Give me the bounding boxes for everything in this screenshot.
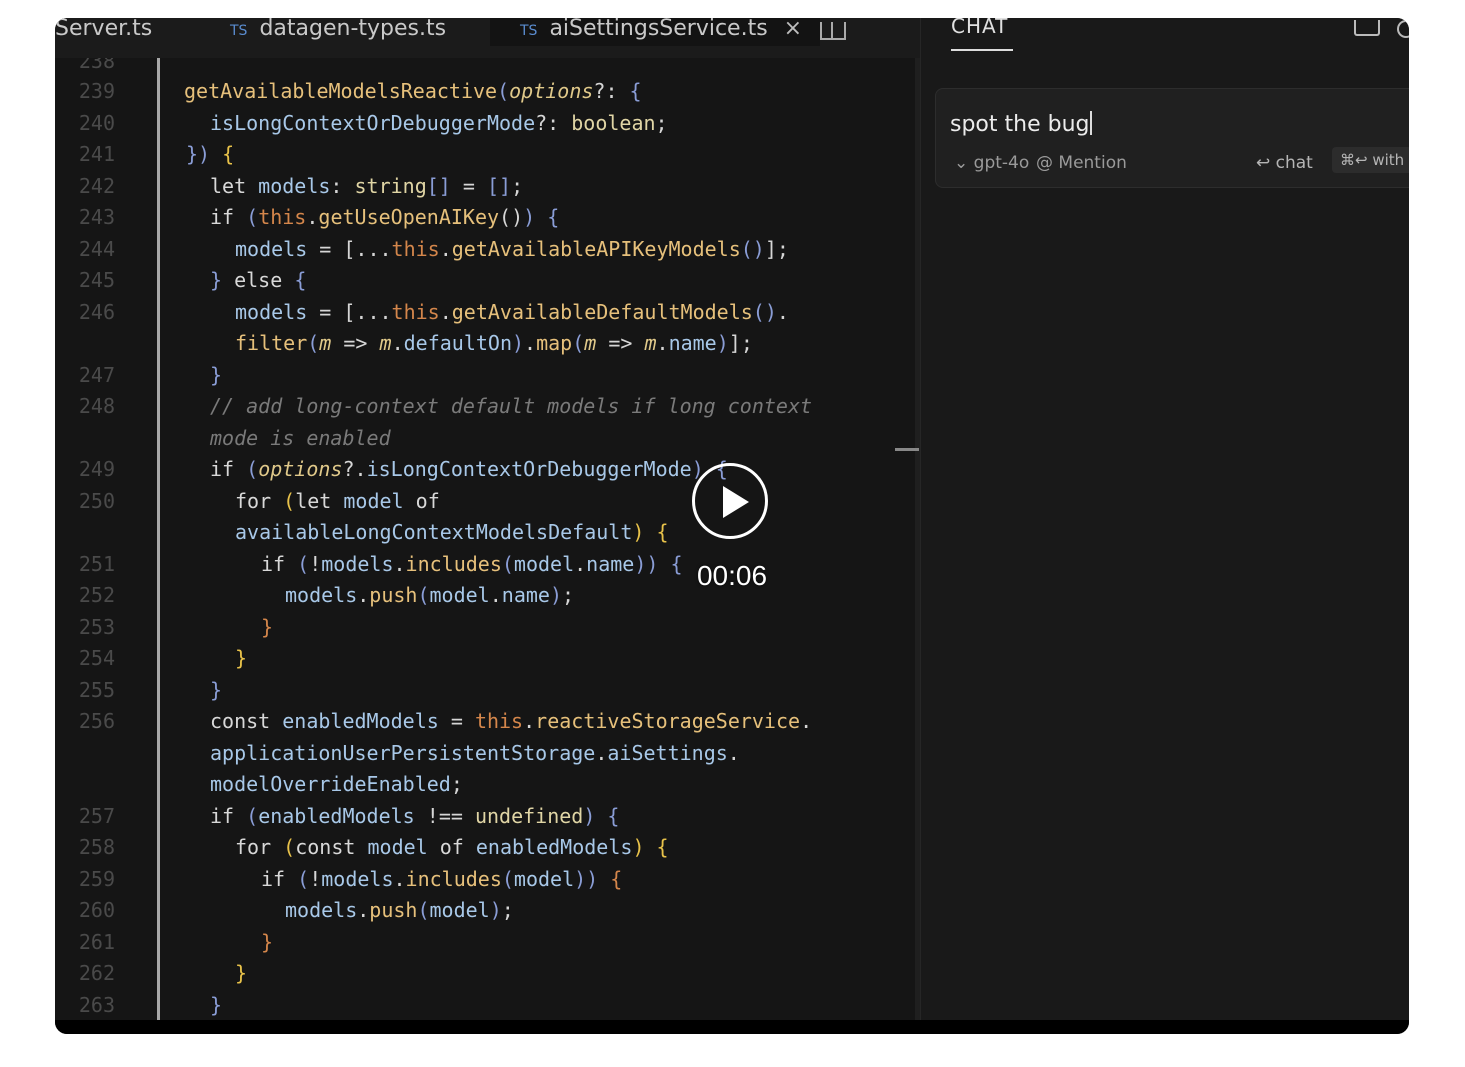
- code-line[interactable]: for (let model of: [235, 486, 440, 518]
- scrollbar-thumb[interactable]: [895, 448, 919, 451]
- line-number: 250: [78, 488, 115, 513]
- code-line[interactable]: mode is enabled: [210, 423, 391, 455]
- text-caret: [1090, 111, 1093, 135]
- code-line[interactable]: if (!models.includes(model.name)) {: [261, 549, 683, 581]
- chat-submit-button[interactable]: ↩ chat: [1256, 153, 1313, 173]
- line-number: 246: [78, 299, 115, 324]
- code-line[interactable]: }: [235, 958, 247, 990]
- chat-panel: CHAT spot the bug ⌄ gpt-4o @ Mention ↩ c…: [920, 18, 1409, 1020]
- video-progress-bar[interactable]: [55, 1020, 1409, 1034]
- line-number: 254: [78, 646, 115, 670]
- code-line[interactable]: }: [235, 643, 247, 675]
- code-line[interactable]: models.push(model);: [285, 895, 514, 927]
- chevron-down-icon: ⌄: [954, 153, 974, 173]
- line-number: 262: [78, 961, 115, 985]
- line-number: 238: [78, 58, 115, 73]
- code-line[interactable]: let models: string[] = [];: [210, 171, 523, 203]
- chat-input-box[interactable]: spot the bug ⌄ gpt-4o @ Mention ↩ chat ⌘…: [935, 88, 1409, 188]
- play-button[interactable]: [692, 463, 768, 539]
- code-line[interactable]: applicationUserPersistentStorage.aiSetti…: [210, 738, 740, 770]
- code-line[interactable]: const enabledModels = this.reactiveStora…: [210, 706, 812, 738]
- code-line[interactable]: if (options?.isLongContextOrDebuggerMode…: [210, 454, 728, 486]
- tab-ai-settings-service[interactable]: TS aiSettingsService.ts ×: [490, 18, 821, 46]
- code-line[interactable]: } else {: [210, 265, 306, 297]
- mention-button[interactable]: @ Mention: [1036, 153, 1127, 173]
- chat-with-codebase-button[interactable]: ⌘↩ with: [1332, 147, 1409, 173]
- code-line[interactable]: getAvailableModelsReactive(options?: {: [184, 76, 642, 108]
- line-number: 248: [78, 394, 115, 418]
- line-number: 253: [78, 614, 115, 639]
- editor-tab-bar: Server.ts TS datagen-types.ts TS aiSetting…: [55, 18, 920, 58]
- code-line[interactable]: availableLongContextModelsDefault) {: [235, 517, 669, 549]
- line-number: 261: [78, 929, 115, 954]
- line-number: 243: [78, 205, 115, 229]
- line-number: 242: [78, 173, 115, 198]
- code-line[interactable]: filter(m => m.defaultOn).map(m => m.name…: [235, 328, 753, 360]
- chat-input[interactable]: spot the bug: [950, 111, 1093, 137]
- code-line[interactable]: isLongContextOrDebuggerMode?: boolean;: [210, 108, 668, 140]
- code-line[interactable]: }: [210, 360, 222, 392]
- code-line[interactable]: if (!models.includes(model)) {: [261, 864, 622, 896]
- active-tab-indicator: [951, 49, 1013, 51]
- line-number: 255: [78, 677, 115, 702]
- code-line[interactable]: if (enabledModels !== undefined) {: [210, 801, 619, 833]
- code-line[interactable]: }: [261, 612, 273, 644]
- line-number: 249: [78, 457, 115, 481]
- line-number: 241: [78, 142, 115, 166]
- code-line[interactable]: // add long-context default models if lo…: [210, 391, 812, 423]
- code-line[interactable]: models.push(model.name);: [285, 580, 574, 612]
- line-number: 260: [78, 898, 115, 922]
- code-line[interactable]: for (const model of enabledModels) {: [235, 832, 669, 864]
- code-editor[interactable]: 238 239 240 241 242 243 244 245 246 247 …: [55, 58, 920, 1020]
- code-line[interactable]: }: [210, 675, 222, 707]
- line-number: 256: [78, 709, 115, 733]
- line-number: 239: [78, 79, 115, 103]
- tab-label: aiSettingsService.ts: [549, 18, 768, 41]
- play-icon: [723, 486, 749, 518]
- tab-server[interactable]: Server.ts: [55, 18, 152, 46]
- split-editor-icon[interactable]: [820, 22, 846, 40]
- indent-guide: [157, 58, 160, 1020]
- code-line[interactable]: modelOverrideEnabled;: [210, 769, 463, 801]
- line-number: 259: [78, 866, 115, 891]
- code-line[interactable]: models = [...this.getAvailableDefaultMod…: [235, 297, 789, 329]
- line-number: 247: [78, 362, 115, 387]
- tab-chat[interactable]: CHAT: [951, 18, 1008, 38]
- tab-label: Server.ts: [55, 18, 153, 41]
- refresh-icon[interactable]: [1397, 20, 1409, 38]
- code-line[interactable]: models = [...this.getAvailableAPIKeyMode…: [235, 234, 789, 266]
- line-number: 257: [78, 803, 115, 828]
- close-icon[interactable]: ×: [784, 18, 802, 41]
- typescript-icon: TS: [230, 23, 248, 39]
- chat-input-text: spot the bug: [950, 112, 1090, 137]
- line-number: 240: [78, 110, 115, 135]
- line-number: 252: [78, 583, 115, 607]
- line-number-gutter: 238 239 240 241 242 243 244 245 246 247 …: [55, 58, 150, 1020]
- code-line[interactable]: }: [261, 927, 273, 959]
- line-number: 245: [78, 268, 115, 292]
- line-number: 244: [78, 236, 115, 261]
- code-line[interactable]: }) {: [186, 139, 234, 171]
- video-timestamp: 00:06: [696, 560, 768, 591]
- typescript-icon: TS: [520, 23, 538, 39]
- history-icon[interactable]: [1354, 20, 1380, 36]
- line-number: 251: [78, 551, 115, 576]
- code-line[interactable]: }: [210, 990, 222, 1021]
- line-number: 258: [78, 835, 115, 859]
- tab-label: datagen-types.ts: [259, 18, 447, 41]
- line-number: 263: [78, 992, 115, 1017]
- model-name: gpt-4o: [973, 153, 1030, 173]
- tab-datagen-types[interactable]: TS datagen-types.ts: [230, 18, 446, 46]
- model-selector[interactable]: ⌄ gpt-4o: [954, 153, 1029, 173]
- code-line[interactable]: if (this.getUseOpenAIKey()) {: [210, 202, 559, 234]
